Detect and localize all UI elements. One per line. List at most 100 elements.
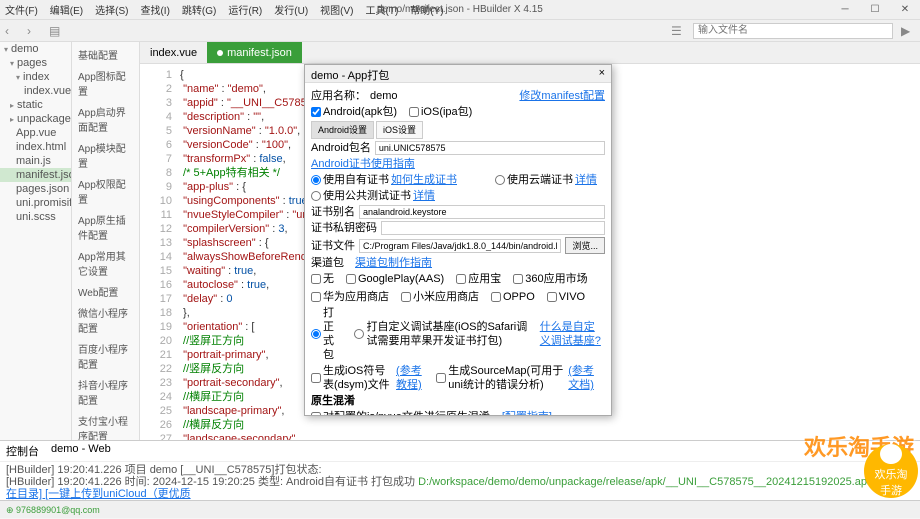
android-apk-checkbox[interactable] <box>311 107 321 117</box>
conf-splash[interactable]: App启动界面配置 <box>72 101 139 137</box>
tree-item[interactable]: main.js <box>0 154 71 168</box>
tree-item[interactable]: ▸unpackage <box>0 112 71 126</box>
tab-ios-settings[interactable]: iOS设置 <box>376 121 423 139</box>
dsym-doc-link[interactable]: (参考教程) <box>396 364 424 392</box>
ch-oppo[interactable] <box>491 292 501 302</box>
console-tab[interactable]: 控制台 <box>6 443 39 459</box>
close-icon[interactable]: ✕ <box>890 0 920 20</box>
conf-perm[interactable]: App权限配置 <box>72 173 139 209</box>
tree-item[interactable]: uni.promisify.a... <box>0 196 71 210</box>
modified-dot-icon <box>217 50 223 56</box>
browse-button[interactable]: 浏览... <box>565 237 605 254</box>
dialog-close-icon[interactable]: × <box>599 67 605 80</box>
pwd-input[interactable] <box>381 221 605 235</box>
menu-view[interactable]: 视图(V) <box>320 2 353 17</box>
dialog-titlebar: demo - App打包 × <box>305 65 611 83</box>
cloud-cert-link[interactable]: 详情 <box>575 173 597 187</box>
minimize-icon[interactable]: ─ <box>830 0 860 20</box>
menu-goto[interactable]: 跳转(G) <box>182 2 216 17</box>
tab-android-settings[interactable]: Android设置 <box>311 121 374 139</box>
native-obfuscate-checkbox[interactable] <box>311 412 321 416</box>
console-line: [HBuilder] 19:20:41.226 项目 demo [__UNI__… <box>6 464 322 476</box>
menu-file[interactable]: 文件(F) <box>5 2 38 17</box>
tree-item[interactable]: App.vue <box>0 126 71 140</box>
console: 控制台 demo - Web [HBuilder] 19:20:41.226 项… <box>0 440 920 500</box>
sourcemap-doc-link[interactable]: (参考文档) <box>568 364 597 392</box>
badge-icon: 欢乐淘手游 <box>864 444 918 498</box>
file-label: 证书文件 <box>311 239 355 253</box>
tree-item[interactable]: pages.json <box>0 182 71 196</box>
nav-back-icon[interactable]: ‹ <box>5 24 19 38</box>
conf-wechat[interactable]: 微信小程序配置 <box>72 302 139 338</box>
tab-index[interactable]: index.vue <box>140 42 207 63</box>
radio-release[interactable] <box>311 329 321 339</box>
menu-run[interactable]: 运行(R) <box>228 2 262 17</box>
conf-douyin[interactable]: 抖音小程序配置 <box>72 374 139 410</box>
ch-360[interactable] <box>513 274 523 284</box>
tree-item-selected[interactable]: manifest.json <box>0 168 71 182</box>
native-label: 原生混淆 <box>311 394 355 408</box>
menu-select[interactable]: 选择(S) <box>95 2 128 17</box>
ch-vivo[interactable] <box>547 292 557 302</box>
pkg-input[interactable] <box>375 141 605 155</box>
window-title: demo/manifest.json - HBuilder X 4.15 <box>377 0 543 20</box>
tree-item[interactable]: index.vue <box>0 84 71 98</box>
upload-link[interactable]: [一键上传到uniCloud（更优质 <box>45 488 190 500</box>
conf-other[interactable]: App常用其它设置 <box>72 245 139 281</box>
menu-publish[interactable]: 发行(U) <box>274 2 308 17</box>
channel-guide-link[interactable]: 渠道包制作指南 <box>355 256 432 270</box>
tree-item[interactable]: uni.scss <box>0 210 71 224</box>
conf-basic[interactable]: 基础配置 <box>72 44 139 65</box>
ch-none[interactable] <box>311 274 321 284</box>
project-root[interactable]: ▾demo <box>0 42 71 56</box>
channel-label: 渠道包 <box>311 256 351 270</box>
gen-cert-link[interactable]: 如何生成证书 <box>391 173 457 187</box>
gen-dsym-checkbox[interactable] <box>311 373 321 383</box>
alias-label: 证书别名 <box>311 205 355 219</box>
conf-web[interactable]: Web配置 <box>72 281 139 302</box>
tree-item[interactable]: ▾index <box>0 70 71 84</box>
ch-google[interactable] <box>346 274 356 284</box>
radio-test-cert[interactable] <box>311 191 321 201</box>
maximize-icon[interactable]: ☐ <box>860 0 890 20</box>
nav-fwd-icon[interactable]: › <box>27 24 41 38</box>
conf-icon[interactable]: App图标配置 <box>72 65 139 101</box>
tree-item[interactable]: index.html <box>0 140 71 154</box>
gen-sourcemap-checkbox[interactable] <box>436 373 446 383</box>
pkg-label: Android包名 <box>311 141 371 155</box>
custom-base-link[interactable]: 什么是自定义调试基座? <box>540 320 605 348</box>
editor-tabs: index.vue manifest.json <box>140 42 920 64</box>
ch-yyb[interactable] <box>456 274 466 284</box>
dialog-title: demo - App打包 <box>311 67 389 80</box>
tree-item[interactable]: ▾pages <box>0 56 71 70</box>
menu-edit[interactable]: 编辑(E) <box>50 2 83 17</box>
preview-icon[interactable]: ▶ <box>901 24 915 38</box>
cert-guide-link[interactable]: Android证书使用指南 <box>311 157 415 171</box>
pwd-label: 证书私钥密码 <box>311 221 377 235</box>
radio-own-cert[interactable] <box>311 175 321 185</box>
ch-huawei[interactable] <box>311 292 321 302</box>
tab-manifest[interactable]: manifest.json <box>207 42 302 63</box>
conf-native[interactable]: App原生插件配置 <box>72 209 139 245</box>
conf-module[interactable]: App模块配置 <box>72 137 139 173</box>
conf-alipay[interactable]: 支付宝小程序配置 <box>72 410 139 440</box>
native-guide-link[interactable]: [配置指南] <box>502 410 552 416</box>
console-tab-web[interactable]: demo - Web <box>51 443 111 459</box>
search-input[interactable] <box>693 23 893 39</box>
modify-manifest-link[interactable]: 修改manifest配置 <box>519 89 605 103</box>
radio-cloud-cert[interactable] <box>495 175 505 185</box>
conf-baidu[interactable]: 百度小程序配置 <box>72 338 139 374</box>
ch-xiaomi[interactable] <box>401 292 411 302</box>
pack-dialog: demo - App打包 × 应用名称：demo修改manifest配置 And… <box>304 64 612 416</box>
file-input[interactable] <box>359 239 561 253</box>
alias-input[interactable] <box>359 205 605 219</box>
search-icon: ☰ <box>671 24 685 38</box>
ios-ipa-checkbox[interactable] <box>409 107 419 117</box>
menu-find[interactable]: 查找(I) <box>140 2 169 17</box>
tree-item[interactable]: ▸static <box>0 98 71 112</box>
test-cert-link[interactable]: 详情 <box>413 189 435 203</box>
folder-icon[interactable]: ▤ <box>49 24 63 38</box>
radio-custom-base[interactable] <box>354 329 364 339</box>
config-panel: 基础配置 App图标配置 App启动界面配置 App模块配置 App权限配置 A… <box>72 42 140 440</box>
window-controls: ─ ☐ ✕ <box>830 0 920 20</box>
